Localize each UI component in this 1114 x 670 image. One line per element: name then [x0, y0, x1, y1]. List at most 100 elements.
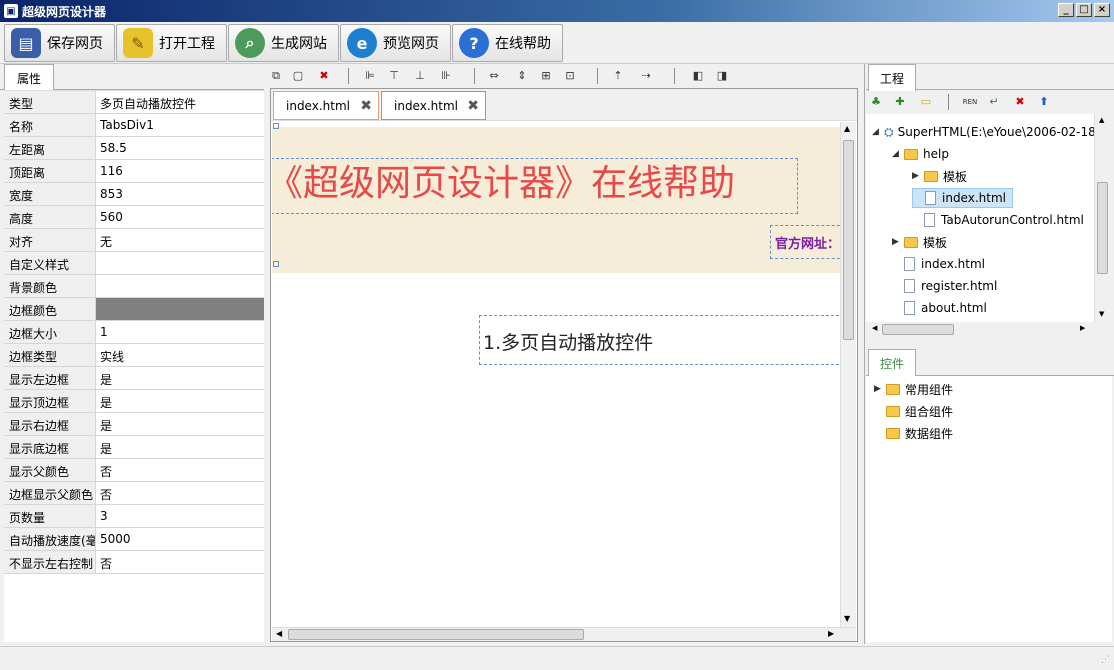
- property-value[interactable]: 是: [96, 367, 264, 389]
- property-value[interactable]: 是: [96, 413, 264, 435]
- delete-icon[interactable]: ✖: [316, 68, 332, 84]
- property-row[interactable]: 边框显示父颜色否: [4, 482, 264, 505]
- property-value[interactable]: 58.5: [96, 137, 264, 159]
- property-value[interactable]: 否: [96, 482, 264, 504]
- property-value[interactable]: 1: [96, 321, 264, 343]
- controls-folder-item[interactable]: 数据组件: [874, 423, 953, 443]
- editor-vertical-scrollbar[interactable]: ▲ ▼: [840, 122, 856, 627]
- space-vertical-icon[interactable]: ⇡: [610, 68, 626, 84]
- tree-file-item[interactable]: TabAutorunControl.html: [912, 210, 1084, 230]
- property-row[interactable]: 边框颜色: [4, 298, 264, 321]
- property-value[interactable]: 是: [96, 390, 264, 412]
- tree-folder-item[interactable]: ◢ help: [892, 144, 949, 164]
- tab-properties[interactable]: 属性: [4, 64, 54, 91]
- tree-folder-item[interactable]: ▶ 模板: [892, 232, 947, 252]
- property-value[interactable]: 否: [96, 551, 264, 573]
- property-row[interactable]: 页数量 3: [4, 505, 264, 528]
- close-tab-icon[interactable]: ✖: [360, 98, 372, 114]
- property-row[interactable]: 名称 TabsDiv1: [4, 114, 264, 137]
- resize-handle[interactable]: [273, 261, 279, 267]
- property-row[interactable]: 显示父颜色否: [4, 459, 264, 482]
- same-width-icon[interactable]: ⇔: [486, 68, 502, 84]
- grid-icon[interactable]: ⊡: [562, 68, 578, 84]
- save-page-button[interactable]: ▤ 保存网页: [4, 24, 115, 62]
- minimize-button[interactable]: _: [1058, 3, 1074, 17]
- property-row[interactable]: 高度 560: [4, 206, 264, 229]
- editor-vscroll-thumb[interactable]: [843, 140, 854, 340]
- editor-hscroll-thumb[interactable]: [288, 629, 584, 640]
- property-value[interactable]: 116: [96, 160, 264, 182]
- paste-icon[interactable]: ▢: [290, 68, 306, 84]
- copy-icon[interactable]: ⧉: [268, 68, 284, 84]
- expand-arrow-icon[interactable]: ▶: [874, 384, 886, 394]
- tree-hscroll-thumb[interactable]: [882, 324, 954, 335]
- property-row[interactable]: 显示左边框是: [4, 367, 264, 390]
- expand-arrow-icon[interactable]: ◢: [872, 127, 884, 137]
- editor-horizontal-scrollbar[interactable]: ◀ ▶: [272, 627, 856, 641]
- doc-tab-1[interactable]: index.html ✖: [273, 91, 379, 120]
- online-help-button[interactable]: ? 在线帮助: [452, 24, 563, 62]
- scroll-left-icon[interactable]: ◀: [276, 629, 282, 638]
- expand-arrow-icon[interactable]: ▶: [892, 237, 904, 247]
- property-value[interactable]: 否: [96, 459, 264, 481]
- move-up-icon[interactable]: ⬆: [1036, 94, 1052, 110]
- align-left-icon[interactable]: ⊫: [362, 68, 378, 84]
- property-value[interactable]: 是: [96, 436, 264, 458]
- design-canvas[interactable]: 《超级网页设计器》在线帮助 官方网址： 1.多页自动播放控件: [272, 122, 840, 627]
- property-row[interactable]: 显示右边框是: [4, 413, 264, 436]
- property-row[interactable]: 顶距离 116: [4, 160, 264, 183]
- tree-vscroll-thumb[interactable]: [1097, 182, 1108, 274]
- expand-arrow-icon[interactable]: ◢: [892, 149, 904, 159]
- property-value[interactable]: [96, 252, 264, 274]
- property-row[interactable]: 自定义样式: [4, 252, 264, 275]
- official-site-text[interactable]: 官方网址：: [770, 225, 840, 259]
- bring-front-icon[interactable]: ◧: [690, 68, 706, 84]
- align-top-icon[interactable]: ⊤: [386, 68, 402, 84]
- preview-page-button[interactable]: e 预览网页: [340, 24, 451, 62]
- space-horizontal-icon[interactable]: ⇢: [638, 68, 654, 84]
- property-value[interactable]: 5000: [96, 528, 264, 550]
- tree-scroll-right-icon[interactable]: ▶: [1080, 324, 1085, 332]
- property-row[interactable]: 对齐无: [4, 229, 264, 252]
- delete-file-icon[interactable]: ✖: [1012, 94, 1028, 110]
- property-value[interactable]: [96, 275, 264, 297]
- same-size-icon[interactable]: ⊞: [538, 68, 554, 84]
- tree-scroll-down-icon[interactable]: ▼: [1099, 310, 1104, 318]
- property-value[interactable]: 853: [96, 183, 264, 205]
- property-row[interactable]: 左距离 58.5: [4, 137, 264, 160]
- controls-folder-item[interactable]: 组合组件: [874, 401, 953, 421]
- property-row[interactable]: 背景颜色: [4, 275, 264, 298]
- tree-file-item[interactable]: about.html: [892, 298, 987, 318]
- property-value[interactable]: 实线: [96, 344, 264, 366]
- property-row[interactable]: 类型 多页自动播放控件: [4, 91, 264, 114]
- doc-tab-2[interactable]: index.html ✖: [381, 91, 486, 120]
- add-site-icon[interactable]: ♣: [868, 94, 884, 110]
- property-value[interactable]: [96, 298, 264, 320]
- generate-site-button[interactable]: ⌕ 生成网站: [228, 24, 339, 62]
- scroll-up-icon[interactable]: ▲: [844, 124, 850, 133]
- property-value[interactable]: TabsDiv1: [96, 114, 264, 136]
- property-row[interactable]: 边框大小 1: [4, 321, 264, 344]
- resize-handle[interactable]: [273, 123, 279, 129]
- tab-controls[interactable]: 控件: [868, 349, 916, 376]
- property-row[interactable]: 边框类型 实线: [4, 344, 264, 367]
- open-project-button[interactable]: ✎ 打开工程: [116, 24, 227, 62]
- headline-text[interactable]: 《超级网页设计器》在线帮助: [272, 158, 798, 214]
- property-row[interactable]: 宽度 853: [4, 183, 264, 206]
- tree-file-item[interactable]: register.html: [892, 276, 997, 296]
- controls-folder-item[interactable]: ▶ 常用组件: [874, 379, 953, 399]
- import-icon[interactable]: ↵: [986, 94, 1002, 110]
- autoplay-tabs-control[interactable]: 1.多页自动播放控件: [479, 315, 840, 365]
- property-value[interactable]: 3: [96, 505, 264, 527]
- new-folder-icon[interactable]: ▭: [918, 94, 934, 110]
- expand-arrow-icon[interactable]: ▶: [912, 171, 924, 181]
- tab-project[interactable]: 工程: [868, 64, 916, 91]
- add-icon[interactable]: ✚: [892, 94, 908, 110]
- property-row[interactable]: 显示底边框是: [4, 436, 264, 459]
- controls-tree[interactable]: ▶ 常用组件 组合组件 数据组件: [866, 376, 1112, 642]
- tree-horizontal-scrollbar[interactable]: ◀ ▶: [866, 322, 1094, 338]
- scroll-down-icon[interactable]: ▼: [844, 614, 850, 623]
- property-row[interactable]: 显示顶边框是: [4, 390, 264, 413]
- same-height-icon[interactable]: ⇕: [514, 68, 530, 84]
- tree-file-item[interactable]: index.html: [892, 254, 985, 274]
